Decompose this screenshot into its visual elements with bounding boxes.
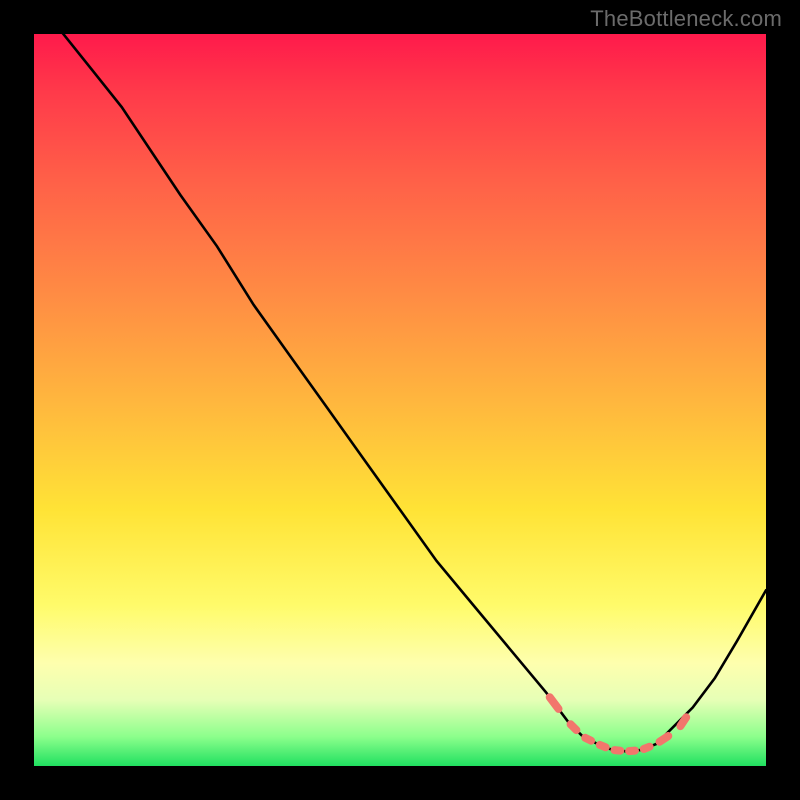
optimal-dash — [585, 738, 591, 741]
optimal-dash — [550, 697, 559, 709]
plot-area — [34, 34, 766, 766]
optimal-region-dashes — [550, 697, 687, 751]
curve-layer — [34, 34, 766, 766]
chart-frame: TheBottleneck.com — [0, 0, 800, 800]
optimal-dash — [571, 724, 577, 730]
optimal-dash — [644, 747, 650, 749]
optimal-dash — [629, 751, 635, 752]
optimal-dash — [660, 736, 669, 742]
attribution-text: TheBottleneck.com — [590, 6, 782, 32]
optimal-dash — [615, 750, 621, 751]
mismatch-curve — [34, 34, 766, 751]
optimal-dash — [680, 717, 686, 726]
optimal-dash — [600, 745, 606, 747]
